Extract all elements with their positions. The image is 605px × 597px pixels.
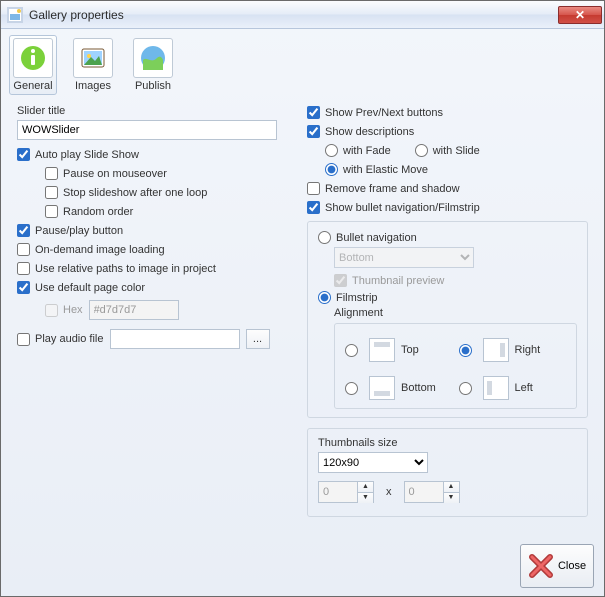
thumb-height-spinner: ▲▼	[444, 481, 460, 503]
info-icon	[13, 38, 53, 78]
audio-file-input[interactable]	[110, 329, 240, 349]
bullet-position-select: Bottom	[334, 247, 474, 268]
align-bottom-radio[interactable]	[345, 382, 363, 395]
thumbnails-group: Thumbnails size 120x90 ▲▼ x ▲▼	[307, 428, 588, 517]
footer: Close	[1, 540, 604, 596]
right-column: Show Prev/Next buttons Show descriptions…	[297, 103, 588, 536]
show-bullet-checkbox[interactable]: Show bullet navigation/Filmstrip	[307, 201, 480, 214]
thumbnail-preview-checkbox: Thumbnail preview	[334, 274, 444, 287]
stop-one-loop-checkbox[interactable]: Stop slideshow after one loop	[45, 186, 207, 199]
toolbar: General Images Publish	[1, 29, 604, 97]
default-color-checkbox[interactable]: Use default page color	[17, 281, 145, 294]
align-left-icon	[483, 376, 509, 400]
hex-input	[89, 300, 179, 320]
filmstrip-radio[interactable]: Filmstrip	[318, 291, 378, 304]
images-icon	[73, 38, 113, 78]
show-prevnext-checkbox[interactable]: Show Prev/Next buttons	[307, 106, 443, 119]
window-title: Gallery properties	[29, 8, 558, 22]
close-x-icon	[528, 553, 554, 579]
play-audio-checkbox[interactable]: Play audio file	[17, 333, 104, 346]
tab-general[interactable]: General	[9, 35, 57, 95]
dialog-gallery-properties: Gallery properties ✕ General Images Publ…	[0, 0, 605, 597]
align-top-icon	[369, 338, 395, 362]
slider-title-input[interactable]	[17, 120, 277, 140]
close-icon: ✕	[575, 9, 585, 21]
align-right-icon	[483, 338, 509, 362]
left-column: Slider title Auto play Slide Show Pause …	[17, 103, 297, 536]
align-left-radio[interactable]	[459, 382, 477, 395]
titlebar: Gallery properties ✕	[1, 1, 604, 29]
dim-separator: x	[386, 486, 392, 498]
desc-slide-radio[interactable]: with Slide	[415, 144, 480, 157]
app-icon	[7, 7, 23, 23]
align-top-radio[interactable]	[345, 344, 363, 357]
close-button[interactable]: Close	[520, 544, 594, 588]
bullet-nav-radio[interactable]: Bullet navigation	[318, 231, 417, 244]
show-desc-checkbox[interactable]: Show descriptions	[307, 125, 414, 138]
pause-play-checkbox[interactable]: Pause/play button	[17, 224, 123, 237]
use-relative-checkbox[interactable]: Use relative paths to image in project	[17, 262, 216, 275]
thumb-width-spinner: ▲▼	[358, 481, 374, 503]
thumbnails-size-select[interactable]: 120x90	[318, 452, 428, 473]
content-area: Slider title Auto play Slide Show Pause …	[1, 97, 604, 540]
align-right-radio[interactable]	[459, 344, 477, 357]
nav-group: Bullet navigation Bottom Thumbnail previ…	[307, 221, 588, 418]
remove-frame-checkbox[interactable]: Remove frame and shadow	[307, 182, 460, 195]
desc-elastic-radio[interactable]: with Elastic Move	[325, 163, 428, 176]
slider-title-label: Slider title	[17, 105, 297, 117]
desc-fade-radio[interactable]: with Fade	[325, 144, 391, 157]
pause-mouseover-checkbox[interactable]: Pause on mouseover	[45, 167, 167, 180]
auto-play-checkbox[interactable]: Auto play Slide Show	[17, 148, 139, 161]
window-close-button[interactable]: ✕	[558, 6, 602, 24]
globe-icon	[133, 38, 173, 78]
tab-publish[interactable]: Publish	[129, 35, 177, 95]
alignment-label: Alignment	[334, 307, 577, 319]
thumbnails-size-label: Thumbnails size	[318, 437, 577, 449]
browse-audio-button[interactable]: ...	[246, 329, 270, 349]
on-demand-checkbox[interactable]: On-demand image loading	[17, 243, 165, 256]
hex-checkbox[interactable]: Hex	[45, 304, 83, 317]
thumb-height-input	[404, 481, 444, 503]
align-bottom-icon	[369, 376, 395, 400]
random-order-checkbox[interactable]: Random order	[45, 205, 133, 218]
tab-images[interactable]: Images	[69, 35, 117, 95]
alignment-box: Top Right Bottom Left	[334, 323, 577, 409]
thumb-width-input	[318, 481, 358, 503]
